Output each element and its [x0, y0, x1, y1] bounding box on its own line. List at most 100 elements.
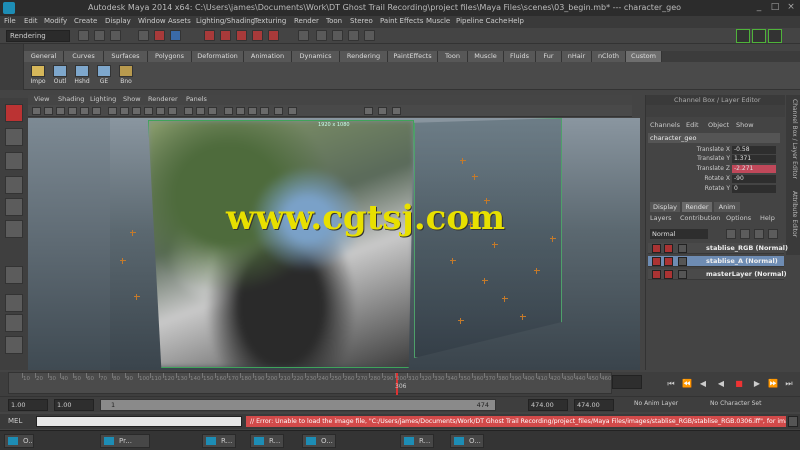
menu-display[interactable]: Display [105, 17, 131, 25]
attribute-row[interactable]: Rotate Y 0 [648, 185, 780, 193]
smooth-shade-icon[interactable] [120, 107, 129, 115]
select-hierarchy-icon[interactable] [138, 30, 149, 41]
layer-up-icon[interactable] [754, 229, 764, 239]
menu-stereo[interactable]: Stereo [350, 17, 373, 25]
channel-menu-object[interactable]: Object [708, 121, 729, 129]
locator-marker[interactable] [130, 230, 136, 236]
render-settings-icon[interactable] [348, 30, 359, 41]
ipr-render-icon[interactable] [332, 30, 343, 41]
taskbar-window[interactable]: R... [202, 434, 236, 448]
image-plane-icon[interactable] [56, 107, 65, 115]
toggle-tool-settings-icon[interactable] [752, 29, 766, 43]
four-pane-layout-icon[interactable] [5, 314, 23, 332]
scale-tool-icon[interactable] [5, 220, 23, 238]
stop-icon[interactable]: ■ [734, 379, 744, 389]
history-icon[interactable] [298, 30, 309, 41]
shelf-tab-nhair[interactable]: nHair [562, 51, 592, 62]
new-layer-icon[interactable] [726, 229, 736, 239]
attribute-row[interactable]: Rotate X -90 [648, 175, 780, 183]
lasso-tool-icon[interactable] [5, 128, 23, 146]
render-toggle-icon[interactable] [652, 244, 661, 253]
layer-swatch-icon[interactable] [678, 244, 687, 253]
shelf-item-outliner[interactable]: Outl [50, 65, 70, 85]
taskbar-window[interactable]: R... [250, 434, 284, 448]
menu-paint-effects[interactable]: Paint Effects [380, 17, 423, 25]
menu-lighting-shading[interactable]: Lighting/Shading [196, 17, 255, 25]
select-camera-icon[interactable] [364, 107, 373, 115]
taskbar-window[interactable]: O... [4, 434, 34, 448]
recycle-icon[interactable] [664, 257, 673, 266]
play-backward-icon[interactable]: ◀ [716, 379, 726, 389]
hypershade-icon[interactable] [364, 30, 375, 41]
shelf-tab-ncloth[interactable]: nCloth [592, 51, 626, 62]
highlight-icon[interactable] [208, 107, 217, 115]
shelf-handle[interactable] [0, 44, 24, 90]
layer-menu-options[interactable]: Options [726, 214, 751, 222]
panel-menu-renderer[interactable]: Renderer [148, 95, 178, 103]
film-gate-icon[interactable] [80, 107, 89, 115]
attribute-row[interactable]: Translate X -0.58 [648, 146, 780, 154]
menu-edit[interactable]: Edit [24, 17, 38, 25]
attribute-value[interactable]: -90 [732, 175, 776, 183]
menu-set-select[interactable]: Rendering [6, 30, 70, 42]
menu-modify[interactable]: Modify [44, 17, 67, 25]
attribute-value[interactable]: -2.271 [732, 165, 776, 173]
save-scene-icon[interactable] [110, 30, 121, 41]
locator-marker[interactable] [534, 268, 540, 274]
shelf-tab-custom[interactable]: Custom [626, 51, 662, 62]
range-slider-bar[interactable]: 1 474 [100, 399, 496, 411]
select-object-icon[interactable] [154, 30, 165, 41]
locator-marker[interactable] [450, 258, 456, 264]
taskbar-window[interactable]: O... [302, 434, 336, 448]
viewport-3d[interactable]: 1920 x 1080 [110, 118, 640, 370]
shelf-tab-rendering[interactable]: Rendering [340, 51, 388, 62]
select-tool-icon[interactable] [5, 104, 23, 122]
shelf-tab-polygons[interactable]: Polygons [148, 51, 192, 62]
bookmark-icon[interactable] [44, 107, 53, 115]
menu-muscle[interactable]: Muscle [426, 17, 450, 25]
taskbar-window[interactable]: O... [450, 434, 484, 448]
panel-menu-panels[interactable]: Panels [186, 95, 207, 103]
layer-row[interactable]: masterLayer (Normal) [648, 269, 787, 280]
maximize-button[interactable]: □ [768, 2, 782, 14]
animation-start-field[interactable]: 1.00 [8, 399, 48, 411]
ambient-occlusion-icon[interactable] [224, 107, 233, 115]
shelf-item-bno[interactable]: Bno [116, 65, 136, 85]
snap-view-icon[interactable] [252, 30, 263, 41]
snap-grid-icon[interactable] [204, 30, 215, 41]
new-layer-selected-icon[interactable] [740, 229, 750, 239]
shelf-tab-fur[interactable]: Fur [536, 51, 562, 62]
menu-window[interactable]: Window [138, 17, 166, 25]
current-frame-field[interactable] [612, 375, 642, 389]
anim-layer-select[interactable]: No Anim Layer [634, 400, 678, 407]
layer-menu-help[interactable]: Help [760, 214, 775, 222]
menu-toon[interactable]: Toon [326, 17, 342, 25]
go-to-end-icon[interactable]: ⏭ [784, 379, 794, 389]
toggle-attribute-editor-icon[interactable] [736, 29, 750, 43]
shelf-grid-icon[interactable] [5, 266, 23, 284]
attribute-row[interactable]: Translate Z -2.271 [648, 165, 780, 173]
outliner-layout-icon[interactable] [5, 336, 23, 354]
recycle-icon[interactable] [664, 270, 673, 279]
channel-menu-channels[interactable]: Channels [650, 121, 680, 129]
command-language-toggle[interactable]: MEL [8, 417, 22, 425]
layer-down-icon[interactable] [768, 229, 778, 239]
xray-icon[interactable] [184, 107, 193, 115]
light-bulb-icon[interactable] [274, 107, 283, 115]
layer-menu-contribution[interactable]: Contribution [680, 214, 720, 222]
attribute-value[interactable]: -0.58 [732, 146, 776, 154]
panel-menu-view[interactable]: View [34, 95, 49, 103]
rotate-tool-icon[interactable] [5, 198, 23, 216]
layer-swatch-icon[interactable] [678, 257, 687, 266]
resolution-gate-icon[interactable] [92, 107, 101, 115]
step-back-frame-icon[interactable]: ◀ [698, 379, 708, 389]
shelf-tab-deformation[interactable]: Deformation [192, 51, 244, 62]
shelf-item-hypershade[interactable]: Hshd [72, 65, 92, 85]
shelf-tab-dynamics[interactable]: Dynamics [292, 51, 340, 62]
locator-marker[interactable] [492, 242, 498, 248]
layer-tab-anim[interactable]: Anim [714, 202, 740, 212]
character-set-select[interactable]: No Character Set [710, 400, 761, 407]
close-button[interactable]: × [784, 2, 798, 14]
shelf-tab-curves[interactable]: Curves [64, 51, 104, 62]
toggle-channel-box-icon[interactable] [768, 29, 782, 43]
